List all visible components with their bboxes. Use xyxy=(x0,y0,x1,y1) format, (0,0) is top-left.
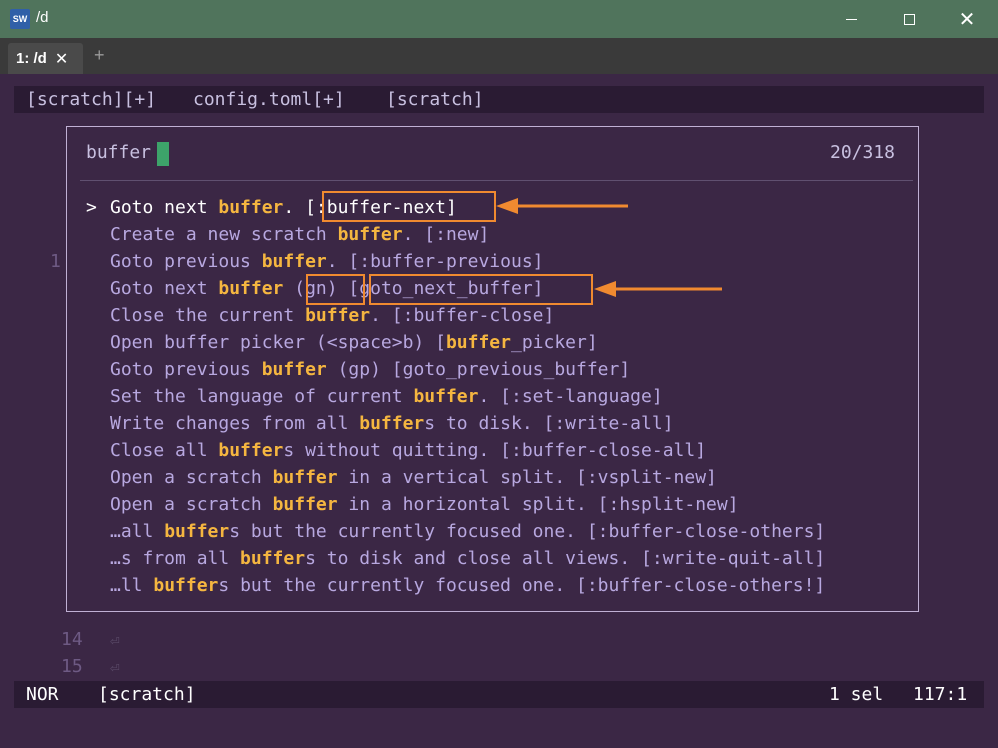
item-text: Open a scratch xyxy=(110,467,273,488)
item-text: Create a new scratch xyxy=(110,224,338,245)
annotation-arrow-2 xyxy=(594,281,722,297)
picker-item[interactable]: Open buffer picker (<space>b) [buffer_pi… xyxy=(110,332,598,353)
annotation-box-gn xyxy=(306,274,365,305)
match-highlight: buffer xyxy=(445,332,511,353)
item-text: …s from all xyxy=(110,548,241,569)
item-text: s to disk. [:write-all] xyxy=(424,413,674,434)
match-highlight: buffer xyxy=(164,521,230,542)
bufferline: [scratch][+] config.toml[+] [scratch] xyxy=(14,86,984,113)
picker-item[interactable]: Close the current buffer. [:buffer-close… xyxy=(110,305,554,326)
tab-close-icon[interactable]: ✕ xyxy=(55,49,68,69)
picker-search-input[interactable]: buffer xyxy=(86,142,151,163)
item-text: Open a scratch xyxy=(110,494,273,515)
picker-selection-pointer: > xyxy=(86,197,97,218)
item-text: Open buffer picker (<space>b) [ xyxy=(110,332,446,353)
eol-marker-icon: ⏎ xyxy=(110,658,120,677)
picker-item[interactable]: Write changes from all buffers to disk. … xyxy=(110,413,674,434)
item-text: . [:buffer-close] xyxy=(370,305,555,326)
item-text: Write changes from all xyxy=(110,413,360,434)
item-text: s but the currently focused one. [:buffe… xyxy=(218,575,826,596)
match-highlight: buffer xyxy=(272,467,338,488)
picker-item[interactable]: …s from all buffers to disk and close al… xyxy=(110,548,825,569)
line-number-14: 14 xyxy=(61,629,83,650)
window-title: /d xyxy=(36,9,49,26)
item-text: s to disk and close all views. [:write-q… xyxy=(305,548,826,569)
line-number-1: 1 xyxy=(50,251,61,272)
item-text: in a horizontal split. [:hsplit-new] xyxy=(337,494,739,515)
match-highlight: buffer xyxy=(240,548,306,569)
item-text: Goto previous xyxy=(110,251,262,272)
picker-item[interactable]: Open a scratch buffer in a horizontal sp… xyxy=(110,494,739,515)
terminal-tab-active[interactable]: 1: /d ✕ xyxy=(8,43,83,74)
item-text: . [:set-language] xyxy=(478,386,663,407)
match-highlight: buffer xyxy=(272,494,338,515)
picker-item[interactable]: …all buffers but the currently focused o… xyxy=(110,521,825,542)
terminal-tab-strip: 1: /d ✕ xyxy=(0,38,998,74)
maximize-button[interactable] xyxy=(880,0,938,38)
match-highlight: buffer xyxy=(413,386,479,407)
item-text: . [:buffer-previous] xyxy=(326,251,544,272)
match-highlight: buffer xyxy=(153,575,219,596)
item-text: …ll xyxy=(110,575,154,596)
status-buffer-name: [scratch] xyxy=(98,684,196,705)
close-button[interactable]: ✕ xyxy=(938,0,996,38)
item-text: Goto next xyxy=(110,278,219,299)
picker-item[interactable]: …ll buffers but the currently focused on… xyxy=(110,575,825,596)
match-highlight: buffer xyxy=(218,197,284,218)
minimize-icon xyxy=(845,18,857,20)
mode-indicator: NOR xyxy=(26,684,59,705)
item-text: s but the currently focused one. [:buffe… xyxy=(229,521,826,542)
buffer-tab-scratch-modified[interactable]: [scratch][+] xyxy=(26,89,156,110)
window-title-bar[interactable]: SW /d ✕ xyxy=(0,0,998,38)
buffer-tab-scratch-active[interactable]: [scratch] xyxy=(386,89,484,110)
match-highlight: buffer xyxy=(261,251,327,272)
picker-item[interactable]: Create a new scratch buffer. [:new] xyxy=(110,224,489,245)
buffer-tab-config-toml[interactable]: config.toml[+] xyxy=(193,89,345,110)
new-tab-button[interactable]: + xyxy=(94,45,105,66)
annotation-box-goto-next-buffer xyxy=(369,274,593,305)
cursor-position: 117:1 xyxy=(913,684,968,705)
match-highlight: buffer xyxy=(359,413,425,434)
picker-item[interactable]: Close all buffers without quitting. [:bu… xyxy=(110,440,706,461)
item-text: Close all xyxy=(110,440,219,461)
picker-divider xyxy=(80,180,913,181)
match-highlight: buffer xyxy=(305,305,371,326)
annotation-arrow-1 xyxy=(496,198,628,214)
item-text: (gp) [goto_previous_buffer] xyxy=(326,359,631,380)
eol-marker-icon: ⏎ xyxy=(110,631,120,650)
picker-item[interactable]: Goto previous buffer (gp) [goto_previous… xyxy=(110,359,630,380)
item-text: Set the language of current xyxy=(110,386,414,407)
item-text: . [:new] xyxy=(402,224,490,245)
match-highlight: buffer xyxy=(218,440,284,461)
item-text: _picker] xyxy=(510,332,598,353)
minimize-button[interactable] xyxy=(822,0,880,38)
app-icon: SW xyxy=(10,9,30,29)
selection-count: 1 sel xyxy=(829,684,884,705)
item-text: Goto next xyxy=(110,197,219,218)
item-text: in a vertical split. [:vsplit-new] xyxy=(337,467,717,488)
item-text: s without quitting. [:buffer-close-all] xyxy=(283,440,707,461)
picker-item[interactable]: Goto previous buffer. [:buffer-previous] xyxy=(110,251,544,272)
picker-item[interactable]: Set the language of current buffer. [:se… xyxy=(110,386,663,407)
maximize-icon xyxy=(903,13,915,25)
match-highlight: buffer xyxy=(261,359,327,380)
item-text: …all xyxy=(110,521,165,542)
close-icon: ✕ xyxy=(958,8,976,31)
annotation-box-buffer-next xyxy=(322,191,496,222)
match-highlight: buffer xyxy=(337,224,403,245)
item-text: Close the current xyxy=(110,305,306,326)
terminal-tab-label: 1: /d xyxy=(16,50,47,67)
picker-result-count: 20/318 xyxy=(830,142,896,163)
picker-item[interactable]: Open a scratch buffer in a vertical spli… xyxy=(110,467,717,488)
text-cursor xyxy=(157,142,169,166)
line-number-15: 15 xyxy=(61,656,83,677)
item-text: Goto previous xyxy=(110,359,262,380)
match-highlight: buffer xyxy=(218,278,284,299)
